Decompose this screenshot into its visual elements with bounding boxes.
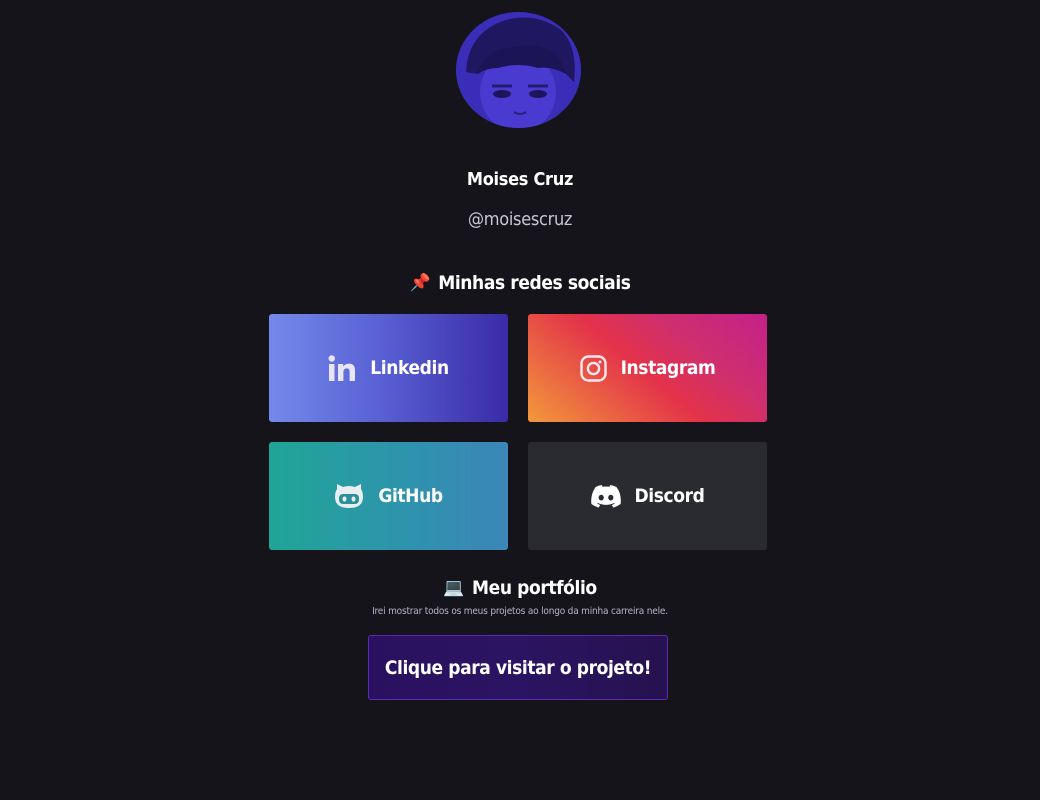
profile-page: Moises Cruz @moisescruz 📌 Minhas redes s… (0, 0, 1040, 800)
social-title-text: Minhas redes sociais (438, 272, 631, 294)
github-icon (334, 483, 364, 509)
laptop-icon: 💻 (443, 578, 465, 598)
linkedin-button[interactable]: Linkedin (269, 314, 508, 422)
visit-project-button[interactable]: Clique para visitar o projeto! (368, 635, 668, 700)
portfolio-section-title: 💻 Meu portfólio (0, 577, 1040, 599)
avatar-photo (456, 12, 581, 128)
profile-handle: @moisescruz (467, 209, 573, 230)
linkedin-label: Linkedin (370, 357, 449, 379)
avatar (456, 12, 581, 128)
instagram-icon (579, 354, 607, 382)
portfolio-description: Irei mostrar todos os meus projetos ao l… (372, 606, 668, 617)
profile-name: Moises Cruz (466, 169, 574, 190)
discord-label: Discord (634, 485, 705, 507)
pushpin-icon: 📌 (409, 273, 431, 293)
discord-icon (590, 484, 621, 508)
linkedin-icon (328, 354, 356, 382)
github-label: GitHub (378, 485, 443, 507)
portfolio-title-text: Meu portfólio (472, 577, 597, 599)
social-section-title: 📌 Minhas redes sociais (0, 272, 1040, 294)
instagram-label: Instagram (620, 357, 716, 379)
instagram-button[interactable]: Instagram (528, 314, 767, 422)
github-button[interactable]: GitHub (269, 442, 508, 550)
discord-button[interactable]: Discord (528, 442, 767, 550)
